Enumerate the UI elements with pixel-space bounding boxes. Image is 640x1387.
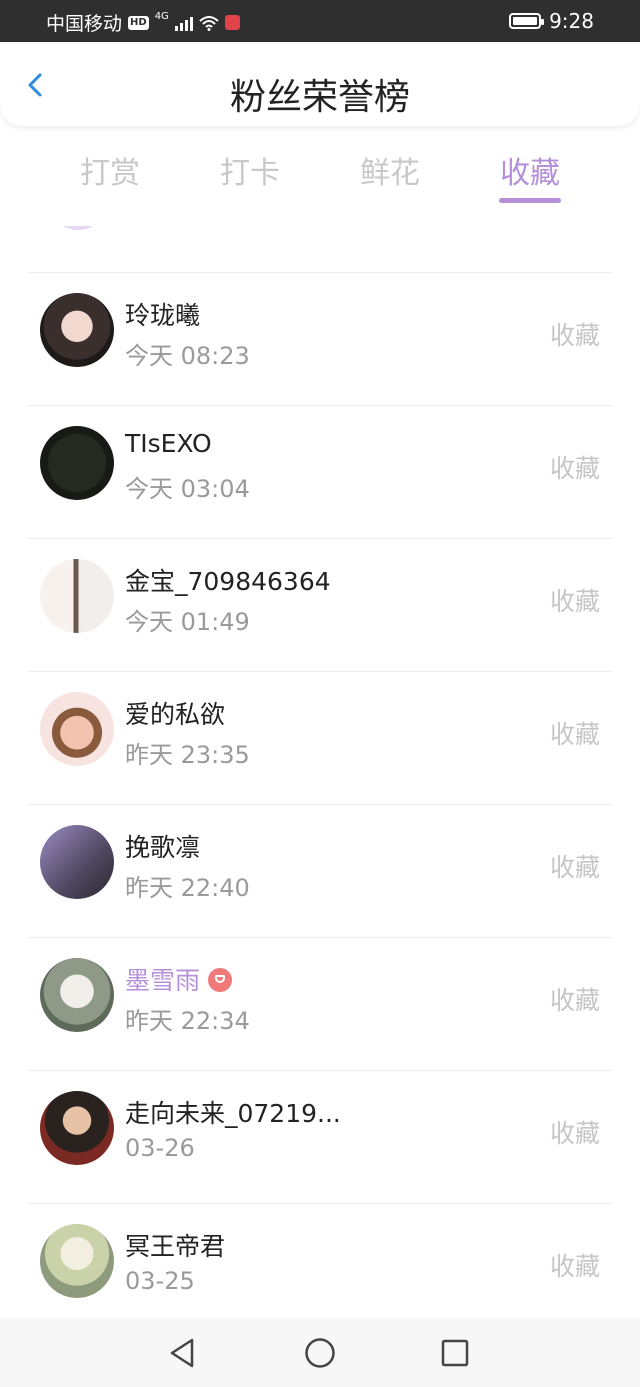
system-nav-bar: [0, 1318, 640, 1387]
tab-reward[interactable]: 打赏: [50, 148, 170, 192]
action-label: 收藏: [549, 454, 600, 483]
user-name: 爱的私欲: [125, 700, 226, 729]
list-item-partial: [0, 226, 640, 246]
avatar: [40, 1224, 114, 1298]
action-label: 收藏: [549, 720, 600, 749]
user-name: 玲珑曦: [125, 301, 201, 330]
clock: 9:28: [549, 9, 594, 33]
action-label: 收藏: [549, 853, 600, 882]
avatar: [40, 825, 114, 899]
user-name: 冥王帝君: [125, 1232, 226, 1261]
nav-back-icon[interactable]: [166, 1336, 200, 1370]
tab-favorites[interactable]: 收藏: [470, 148, 590, 192]
timestamp: 今天 08:23: [125, 342, 250, 370]
nav-recents-icon[interactable]: [438, 1336, 472, 1370]
timestamp: 昨天 22:40: [125, 874, 250, 902]
avatar: [40, 426, 114, 500]
status-bar: 中国移动 HD 4G 9:28: [0, 0, 640, 42]
user-name: 墨雪雨: [125, 961, 233, 997]
nav-home-icon[interactable]: [303, 1336, 337, 1370]
list-item[interactable]: 挽歌凛 昨天 22:40 收藏: [0, 804, 640, 937]
timestamp: 03-26: [125, 1134, 195, 1162]
page-title: 粉丝荣誉榜: [229, 77, 410, 118]
user-name: 走向未来_07219...: [125, 1099, 341, 1128]
timestamp: 今天 03:04: [125, 475, 250, 503]
list-item[interactable]: 墨雪雨 昨天 22:34 收藏: [0, 937, 640, 1070]
list-item[interactable]: TIsEXO 今天 03:04 收藏: [0, 405, 640, 538]
action-label: 收藏: [549, 1119, 600, 1148]
list-item[interactable]: 冥王帝君 03-25 收藏: [0, 1203, 640, 1316]
vip-diamond-icon: [208, 968, 233, 992]
avatar: [40, 958, 114, 1032]
action-label: 收藏: [549, 321, 600, 350]
timestamp: 昨天 22:34: [125, 1007, 250, 1035]
timestamp: 今天 01:49: [125, 608, 250, 636]
hd-badge: HD: [128, 15, 149, 30]
top-app-bar: 粉丝荣誉榜: [0, 42, 640, 126]
status-left: 中国移动 HD 4G: [46, 9, 240, 36]
user-name: 金宝_709846364: [125, 567, 331, 596]
tab-bar: 打赏 打卡 鲜花 收藏: [0, 140, 640, 206]
list-item[interactable]: 金宝_709846364 今天 01:49 收藏: [0, 538, 640, 671]
avatar: [40, 293, 114, 367]
list-item[interactable]: 走向未来_07219... 03-26 收藏: [0, 1070, 640, 1203]
user-name: TIsEXO: [125, 429, 212, 458]
active-tab-indicator: [499, 198, 561, 203]
avatar: [40, 692, 114, 766]
network-type: 4G: [154, 11, 169, 22]
tab-flowers[interactable]: 鲜花: [330, 148, 450, 192]
tab-checkin[interactable]: 打卡: [190, 148, 310, 192]
signal-icon: [174, 15, 193, 31]
avatar: [40, 1091, 114, 1165]
status-right: 9:28: [509, 9, 594, 33]
wifi-icon: [199, 15, 219, 31]
user-name-text: 墨雪雨: [125, 966, 201, 995]
notification-app-icon: [224, 15, 240, 30]
timestamp: 昨天 23:35: [125, 741, 250, 769]
list-item[interactable]: 爱的私欲 昨天 23:35 收藏: [0, 671, 640, 804]
user-name: 挽歌凛: [125, 833, 201, 862]
carrier-label: 中国移动: [46, 13, 123, 35]
fan-list: 玲珑曦 今天 08:23 收藏 TIsEXO 今天 03:04 收藏 金宝_70…: [0, 226, 640, 1316]
avatar: [40, 559, 114, 633]
battery-icon: [509, 13, 545, 29]
list-item[interactable]: 玲珑曦 今天 08:23 收藏: [0, 272, 640, 405]
action-label: 收藏: [549, 986, 600, 1015]
timestamp: 03-25: [125, 1267, 195, 1295]
action-label: 收藏: [549, 1252, 600, 1281]
action-label: 收藏: [549, 587, 600, 616]
